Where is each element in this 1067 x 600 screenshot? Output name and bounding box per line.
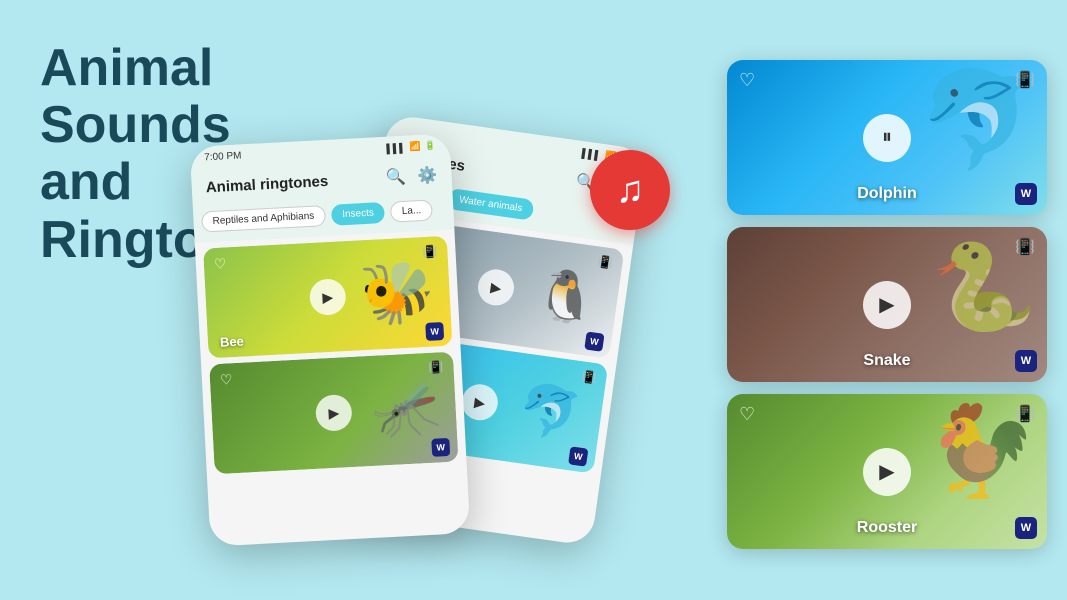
- bee-name: Bee: [220, 334, 245, 350]
- dolphin-heart-icon[interactable]: ♡: [739, 70, 755, 91]
- right-cards-container: 🐬 ⏸ ♡ 📳 Dolphin W 🐍 ▶ 📳 Snake W 🐓 ▶ ♡ 📳 …: [727, 60, 1047, 549]
- insect-emoji: 🦟: [371, 375, 443, 443]
- music-note-button[interactable]: ♫: [590, 150, 670, 230]
- tab-insects[interactable]: Insects: [331, 202, 386, 226]
- dolphin-phone-icon: 📳: [581, 369, 598, 385]
- dolphin-pause-btn[interactable]: ⏸: [863, 114, 911, 162]
- phone-front-time: 7:00 PM: [204, 150, 242, 163]
- rooster-card-name: Rooster: [857, 519, 917, 537]
- bee-card: 🐝 ▶ ♡ 📳 Bee W: [203, 236, 452, 359]
- phone-front: 7:00 PM ▌▌▌ 📶 🔋 Animal ringtones 🔍 ⚙️ Re…: [190, 133, 471, 546]
- snake-play-btn[interactable]: ▶: [863, 281, 911, 329]
- bee-w-badge: W: [425, 322, 444, 341]
- tab-la[interactable]: La...: [390, 199, 433, 222]
- rooster-w-badge: W: [1015, 517, 1037, 539]
- dolphin-card: 🐬 ⏸ ♡ 📳 Dolphin W: [727, 60, 1047, 215]
- snake-card: 🐍 ▶ 📳 Snake W: [727, 227, 1047, 382]
- insect-w-badge: W: [431, 438, 450, 457]
- music-note-icon: ♫: [616, 169, 645, 212]
- phone-front-header-icons: 🔍 ⚙️: [385, 165, 438, 188]
- insect-phone-icon: 📳: [428, 360, 444, 375]
- snake-phone-icon: 📳: [1015, 237, 1035, 257]
- rooster-card: 🐓 ▶ ♡ 📳 Rooster W: [727, 394, 1047, 549]
- snake-card-name: Snake: [863, 352, 910, 370]
- title-line1: Animal Sounds: [40, 39, 231, 154]
- insect-card: 🦟 ▶ ♡ 📳 W: [209, 352, 458, 475]
- bee-phone-icon: 📳: [422, 244, 438, 259]
- dolphin-phone-icon: 📳: [1015, 70, 1035, 90]
- search-icon-front[interactable]: 🔍: [385, 167, 406, 188]
- settings-icon-front[interactable]: ⚙️: [417, 165, 438, 186]
- penguin-emoji: 🐧: [531, 264, 601, 331]
- dolphin-w-badge: W: [1015, 183, 1037, 205]
- snake-w-badge: W: [1015, 350, 1037, 372]
- bee-emoji: 🐝: [358, 256, 436, 331]
- rooster-phone-icon: 📳: [1015, 404, 1035, 424]
- bee-heart-icon[interactable]: ♡: [213, 255, 226, 273]
- phone-front-title: Animal ringtones: [205, 172, 328, 195]
- insect-heart-icon[interactable]: ♡: [220, 371, 233, 389]
- dolphin-card-name: Dolphin: [857, 185, 917, 203]
- tab-reptiles[interactable]: Reptiles and Aphibians: [201, 205, 326, 232]
- rooster-play-btn[interactable]: ▶: [863, 448, 911, 496]
- dolphin-phone-w-badge: W: [568, 446, 588, 466]
- penguin-w-badge: W: [584, 331, 604, 351]
- penguin-phone-icon: 📳: [597, 254, 614, 270]
- dolphin-phone-emoji: 🐬: [515, 379, 585, 446]
- phone-front-status-icons: ▌▌▌ 📶 🔋: [386, 140, 436, 154]
- rooster-heart-icon[interactable]: ♡: [739, 404, 755, 425]
- tab-water-animals[interactable]: Water animals: [447, 188, 535, 221]
